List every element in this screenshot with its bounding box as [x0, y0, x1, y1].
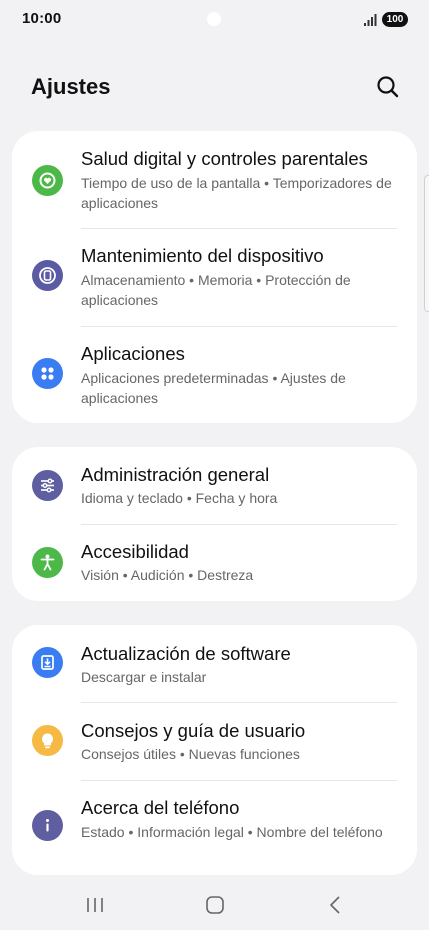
settings-item-digital-wellbeing[interactable]: Salud digital y controles parentales Tie… — [12, 131, 417, 229]
item-title: Salud digital y controles parentales — [81, 148, 368, 169]
status-time: 10:00 — [22, 10, 62, 27]
battery-icon: 100 — [382, 12, 408, 27]
item-title: Administración general — [81, 464, 270, 485]
recents-button[interactable] — [80, 892, 110, 918]
item-subtitle: Almacenamiento • Memoria • Protección de… — [81, 272, 351, 308]
signal-icon — [364, 13, 378, 31]
item-title: Consejos y guía de usuario — [81, 720, 306, 741]
item-subtitle: Tiempo de uso de la pantalla • Temporiza… — [81, 175, 392, 211]
home-icon — [206, 896, 224, 914]
settings-item-device-care[interactable]: Mantenimiento del dispositivo Almacenami… — [12, 229, 417, 326]
settings-item-accessibility[interactable]: Accesibilidad Visión • Audición • Destre… — [12, 524, 417, 601]
accessibility-icon — [32, 547, 63, 578]
tips-icon — [32, 725, 63, 756]
item-title: Actualización de software — [81, 643, 291, 664]
settings-item-tips[interactable]: Consejos y guía de usuario Consejos útil… — [12, 702, 417, 780]
item-subtitle: Visión • Audición • Destreza — [81, 567, 254, 583]
about-phone-icon — [32, 810, 63, 841]
search-button[interactable] — [374, 73, 402, 101]
device-care-icon — [32, 260, 63, 291]
settings-item-general-management[interactable]: Administración general Idioma y teclado … — [12, 447, 417, 524]
back-icon — [330, 896, 340, 914]
recents-icon — [87, 898, 103, 912]
digital-wellbeing-icon — [32, 165, 63, 196]
item-subtitle: Aplicaciones predeterminadas • Ajustes d… — [81, 370, 346, 406]
settings-group-2: Administración general Idioma y teclado … — [12, 447, 417, 601]
item-title: Mantenimiento del dispositivo — [81, 245, 324, 266]
status-bar: 10:00 100 — [0, 0, 429, 40]
item-subtitle: Idioma y teclado • Fecha y hora — [81, 490, 278, 506]
camera-cutout — [207, 12, 221, 26]
settings-item-apps[interactable]: Aplicaciones Aplicaciones predeterminada… — [12, 326, 417, 423]
settings-group-3: Actualización de software Descargar e in… — [12, 625, 417, 875]
settings-item-about-phone[interactable]: Acerca del teléfono Estado • Información… — [12, 780, 417, 875]
page-title: Ajustes — [31, 74, 111, 99]
item-subtitle: Consejos útiles • Nuevas funciones — [81, 746, 300, 762]
apps-icon — [32, 358, 63, 389]
item-subtitle: Estado • Información legal • Nombre del … — [81, 824, 383, 840]
item-title: Aplicaciones — [81, 343, 185, 364]
home-button[interactable] — [200, 892, 230, 918]
item-title: Acerca del teléfono — [81, 797, 240, 818]
back-button[interactable] — [320, 892, 350, 918]
scrollbar[interactable] — [424, 175, 429, 312]
settings-group-1: Salud digital y controles parentales Tie… — [12, 131, 417, 423]
general-management-icon — [32, 470, 63, 501]
item-subtitle: Descargar e instalar — [81, 669, 207, 685]
software-update-icon — [32, 647, 63, 678]
settings-item-software-update[interactable]: Actualización de software Descargar e in… — [12, 625, 417, 702]
navigation-bar — [0, 880, 429, 930]
item-title: Accesibilidad — [81, 541, 189, 562]
search-icon — [377, 76, 399, 98]
